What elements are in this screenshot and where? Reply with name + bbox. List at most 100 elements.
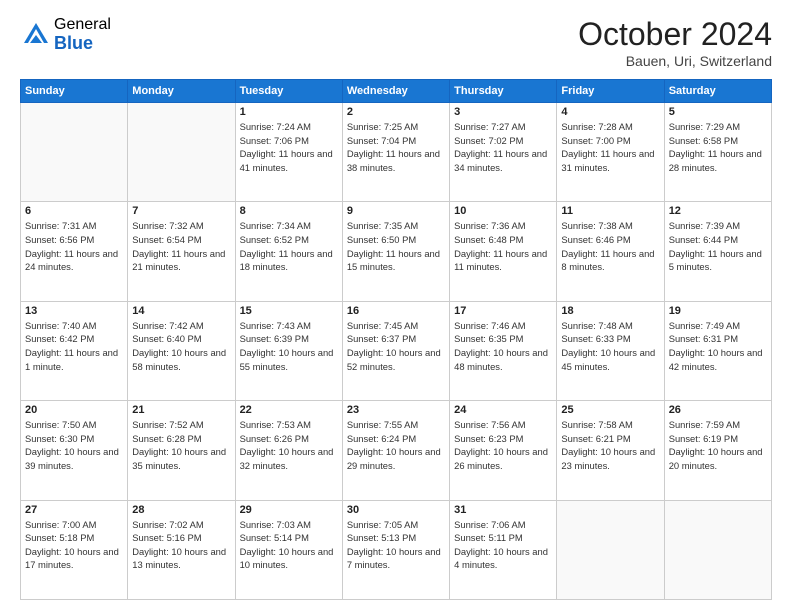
day-info: Sunrise: 7:36 AM Sunset: 6:48 PM Dayligh… [454,219,552,274]
day-number: 23 [347,404,445,416]
calendar-cell: 22 Sunrise: 7:53 AM Sunset: 6:26 PM Dayli… [235,401,342,500]
calendar-cell: 8 Sunrise: 7:34 AM Sunset: 6:52 PM Daylig… [235,202,342,301]
day-info: Sunrise: 7:06 AM Sunset: 5:11 PM Dayligh… [454,518,552,573]
day-number: 5 [669,106,767,118]
weekday-header: Thursday [450,80,557,103]
day-info: Sunrise: 7:53 AM Sunset: 6:26 PM Dayligh… [240,418,338,473]
calendar-cell: 1 Sunrise: 7:24 AM Sunset: 7:06 PM Daylig… [235,103,342,202]
day-number: 15 [240,305,338,317]
day-info: Sunrise: 7:28 AM Sunset: 7:00 PM Dayligh… [561,120,659,175]
day-info: Sunrise: 7:24 AM Sunset: 7:06 PM Dayligh… [240,120,338,175]
calendar-cell: 14Sunrise: 7:42 AM Sunset: 6:40 PM Dayli… [128,301,235,400]
calendar-cell: 7 Sunrise: 7:32 AM Sunset: 6:54 PM Daylig… [128,202,235,301]
day-info: Sunrise: 7:59 AM Sunset: 6:19 PM Dayligh… [669,418,767,473]
day-number: 22 [240,404,338,416]
day-number: 4 [561,106,659,118]
calendar-cell: 28Sunrise: 7:02 AM Sunset: 5:16 PM Dayli… [128,500,235,599]
calendar-cell [21,103,128,202]
day-number: 25 [561,404,659,416]
calendar-cell: 11 Sunrise: 7:38 AM Sunset: 6:46 PM Dayli… [557,202,664,301]
day-number: 18 [561,305,659,317]
day-info: Sunrise: 7:00 AM Sunset: 5:18 PM Dayligh… [25,518,123,573]
day-number: 11 [561,205,659,217]
weekday-header: Monday [128,80,235,103]
calendar-cell: 10Sunrise: 7:36 AM Sunset: 6:48 PM Dayli… [450,202,557,301]
day-number: 30 [347,504,445,516]
calendar-cell: 25 Sunrise: 7:58 AM Sunset: 6:21 PM Dayli… [557,401,664,500]
day-number: 7 [132,205,230,217]
day-info: Sunrise: 7:35 AM Sunset: 6:50 PM Dayligh… [347,219,445,274]
calendar-cell: 26 Sunrise: 7:59 AM Sunset: 6:19 PM Dayli… [664,401,771,500]
day-info: Sunrise: 7:42 AM Sunset: 6:40 PM Dayligh… [132,319,230,374]
calendar-cell: 16Sunrise: 7:45 AM Sunset: 6:37 PM Dayli… [342,301,449,400]
day-number: 27 [25,504,123,516]
day-info: Sunrise: 7:45 AM Sunset: 6:37 PM Dayligh… [347,319,445,374]
day-info: Sunrise: 7:50 AM Sunset: 6:30 PM Dayligh… [25,418,123,473]
day-info: Sunrise: 7:05 AM Sunset: 5:13 PM Dayligh… [347,518,445,573]
calendar-cell: 17Sunrise: 7:46 AM Sunset: 6:35 PM Dayli… [450,301,557,400]
day-number: 6 [25,205,123,217]
week-row: 20 Sunrise: 7:50 AM Sunset: 6:30 PM Dayli… [21,401,772,500]
calendar-cell: 13 Sunrise: 7:40 AM Sunset: 6:42 PM Dayli… [21,301,128,400]
day-number: 20 [25,404,123,416]
day-info: Sunrise: 7:29 AM Sunset: 6:58 PM Dayligh… [669,120,767,175]
calendar-cell: 29 Sunrise: 7:03 AM Sunset: 5:14 PM Dayli… [235,500,342,599]
logo: General Blue [20,16,111,53]
week-row: 6 Sunrise: 7:31 AM Sunset: 6:56 PM Daylig… [21,202,772,301]
day-number: 1 [240,106,338,118]
calendar-table: SundayMondayTuesdayWednesdayThursdayFrid… [20,79,772,600]
calendar-cell: 19Sunrise: 7:49 AM Sunset: 6:31 PM Dayli… [664,301,771,400]
day-number: 26 [669,404,767,416]
month-title: October 2024 [578,16,772,53]
day-info: Sunrise: 7:25 AM Sunset: 7:04 PM Dayligh… [347,120,445,175]
logo-text: General Blue [54,16,111,53]
day-info: Sunrise: 7:52 AM Sunset: 6:28 PM Dayligh… [132,418,230,473]
location-subtitle: Bauen, Uri, Switzerland [578,53,772,69]
title-block: October 2024 Bauen, Uri, Switzerland [578,16,772,69]
logo-general: General [54,16,111,34]
calendar-cell: 4 Sunrise: 7:28 AM Sunset: 7:00 PM Daylig… [557,103,664,202]
day-number: 28 [132,504,230,516]
day-number: 8 [240,205,338,217]
day-info: Sunrise: 7:46 AM Sunset: 6:35 PM Dayligh… [454,319,552,374]
week-row: 13 Sunrise: 7:40 AM Sunset: 6:42 PM Dayli… [21,301,772,400]
calendar-cell: 24Sunrise: 7:56 AM Sunset: 6:23 PM Dayli… [450,401,557,500]
weekday-header: Wednesday [342,80,449,103]
calendar-cell: 3 Sunrise: 7:27 AM Sunset: 7:02 PM Daylig… [450,103,557,202]
day-number: 21 [132,404,230,416]
calendar-cell: 9 Sunrise: 7:35 AM Sunset: 6:50 PM Daylig… [342,202,449,301]
logo-icon [22,21,50,49]
logo-blue: Blue [54,34,111,54]
page: General Blue October 2024 Bauen, Uri, Sw… [0,0,792,612]
day-number: 13 [25,305,123,317]
day-number: 24 [454,404,552,416]
day-info: Sunrise: 7:40 AM Sunset: 6:42 PM Dayligh… [25,319,123,374]
calendar-cell [664,500,771,599]
day-info: Sunrise: 7:55 AM Sunset: 6:24 PM Dayligh… [347,418,445,473]
calendar-cell: 27 Sunrise: 7:00 AM Sunset: 5:18 PM Dayli… [21,500,128,599]
day-number: 31 [454,504,552,516]
day-info: Sunrise: 7:48 AM Sunset: 6:33 PM Dayligh… [561,319,659,374]
calendar-cell: 5 Sunrise: 7:29 AM Sunset: 6:58 PM Daylig… [664,103,771,202]
calendar-cell: 23 Sunrise: 7:55 AM Sunset: 6:24 PM Dayli… [342,401,449,500]
day-info: Sunrise: 7:49 AM Sunset: 6:31 PM Dayligh… [669,319,767,374]
day-info: Sunrise: 7:32 AM Sunset: 6:54 PM Dayligh… [132,219,230,274]
calendar-cell: 31 Sunrise: 7:06 AM Sunset: 5:11 PM Dayli… [450,500,557,599]
week-row: 1 Sunrise: 7:24 AM Sunset: 7:06 PM Daylig… [21,103,772,202]
day-number: 29 [240,504,338,516]
day-number: 9 [347,205,445,217]
day-info: Sunrise: 7:34 AM Sunset: 6:52 PM Dayligh… [240,219,338,274]
day-info: Sunrise: 7:27 AM Sunset: 7:02 PM Dayligh… [454,120,552,175]
day-info: Sunrise: 7:31 AM Sunset: 6:56 PM Dayligh… [25,219,123,274]
day-number: 2 [347,106,445,118]
weekday-header: Saturday [664,80,771,103]
day-info: Sunrise: 7:58 AM Sunset: 6:21 PM Dayligh… [561,418,659,473]
day-info: Sunrise: 7:38 AM Sunset: 6:46 PM Dayligh… [561,219,659,274]
weekday-header: Friday [557,80,664,103]
day-number: 12 [669,205,767,217]
weekday-header: Tuesday [235,80,342,103]
calendar-cell: 30 Sunrise: 7:05 AM Sunset: 5:13 PM Dayli… [342,500,449,599]
calendar-cell: 18 Sunrise: 7:48 AM Sunset: 6:33 PM Dayli… [557,301,664,400]
day-info: Sunrise: 7:03 AM Sunset: 5:14 PM Dayligh… [240,518,338,573]
day-number: 3 [454,106,552,118]
